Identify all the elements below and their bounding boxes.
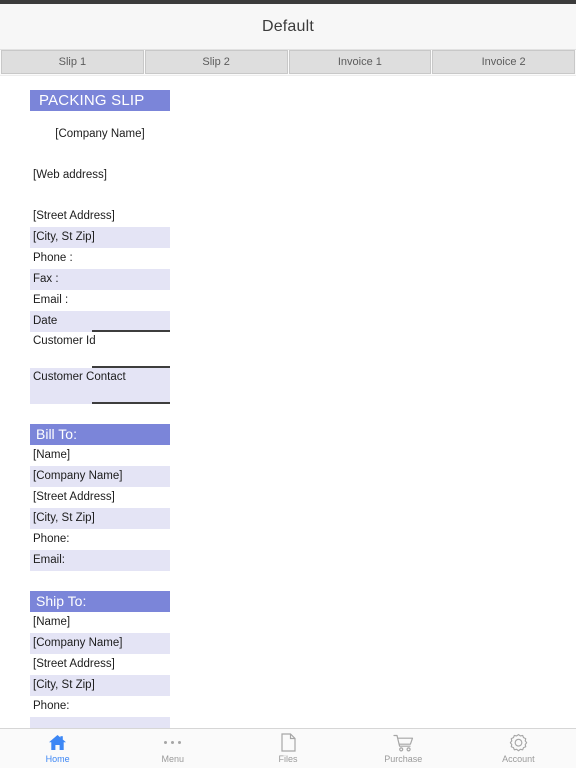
ship-to-email-field-partial[interactable] [30, 717, 170, 728]
home-icon [48, 733, 67, 752]
bill-to-heading: Bill To: [30, 424, 170, 445]
tab-invoice-2[interactable]: Invoice 2 [432, 50, 575, 74]
nav-item-home[interactable]: Home [0, 729, 115, 768]
customer-id-field[interactable]: Customer Id [30, 332, 170, 368]
customer-id-label: Customer Id [33, 335, 96, 347]
bill-to-company-field[interactable]: [Company Name] [30, 466, 170, 487]
page-title: Default [261, 17, 315, 35]
fax-field[interactable]: Fax : [30, 269, 170, 290]
ship-to-company-field[interactable]: [Company Name] [30, 633, 170, 654]
street-address-field[interactable]: [Street Address] [30, 206, 170, 227]
bill-to-city-field[interactable]: [City, St Zip] [30, 508, 170, 529]
ship-to-phone-field[interactable]: Phone: [30, 696, 170, 717]
web-address-field[interactable]: [Web address] [30, 165, 170, 186]
phone-field[interactable]: Phone : [30, 248, 170, 269]
bill-to-phone-field[interactable]: Phone: [30, 529, 170, 550]
nav-item-menu[interactable]: Menu [115, 729, 230, 768]
packing-slip-heading: PACKING SLIP [30, 90, 170, 111]
tab-bar: Slip 1 Slip 2 Invoice 1 Invoice 2 [0, 50, 576, 74]
tab-invoice-1[interactable]: Invoice 1 [288, 50, 432, 74]
tab-slip-1[interactable]: Slip 1 [1, 50, 144, 74]
nav-label-menu: Menu [161, 754, 185, 764]
app-root: Default Slip 1 Slip 2 Invoice 1 Invoice … [0, 0, 576, 768]
packing-slip-document: PACKING SLIP [Company Name] [Web address… [30, 90, 170, 728]
document-sheet[interactable]: PACKING SLIP [Company Name] [Web address… [0, 76, 576, 728]
customer-contact-rule [92, 402, 170, 404]
menu-dots-icon [164, 733, 182, 752]
company-name-field[interactable]: [Company Name] [30, 124, 170, 145]
nav-label-account: Account [502, 754, 535, 764]
tab-slip-2[interactable]: Slip 2 [144, 50, 288, 74]
bill-to-street-field[interactable]: [Street Address] [30, 487, 170, 508]
customer-contact-label: Customer Contact [33, 371, 126, 383]
email-field[interactable]: Email : [30, 290, 170, 311]
bill-to-name-field[interactable]: [Name] [30, 445, 170, 466]
nav-item-files[interactable]: Files [230, 729, 345, 768]
title-bar: Default [0, 4, 576, 50]
ship-to-city-field[interactable]: [City, St Zip] [30, 675, 170, 696]
gear-icon [509, 733, 528, 752]
nav-label-home: Home [45, 754, 70, 764]
bottom-navigation-bar: Home Menu Files Purchase Account [0, 728, 576, 768]
date-field[interactable]: Date [30, 311, 170, 332]
customer-contact-field[interactable]: Customer Contact [30, 368, 170, 404]
nav-label-files: Files [278, 754, 298, 764]
nav-item-purchase[interactable]: Purchase [346, 729, 461, 768]
bill-to-email-field[interactable]: Email: [30, 550, 170, 571]
ship-to-name-field[interactable]: [Name] [30, 612, 170, 633]
ship-to-street-field[interactable]: [Street Address] [30, 654, 170, 675]
ship-to-heading: Ship To: [30, 591, 170, 612]
document-icon [280, 733, 296, 752]
date-label: Date [33, 315, 58, 327]
nav-item-account[interactable]: Account [461, 729, 576, 768]
city-state-zip-field[interactable]: [City, St Zip] [30, 227, 170, 248]
nav-label-purchase: Purchase [384, 754, 423, 764]
cart-icon [393, 733, 414, 752]
